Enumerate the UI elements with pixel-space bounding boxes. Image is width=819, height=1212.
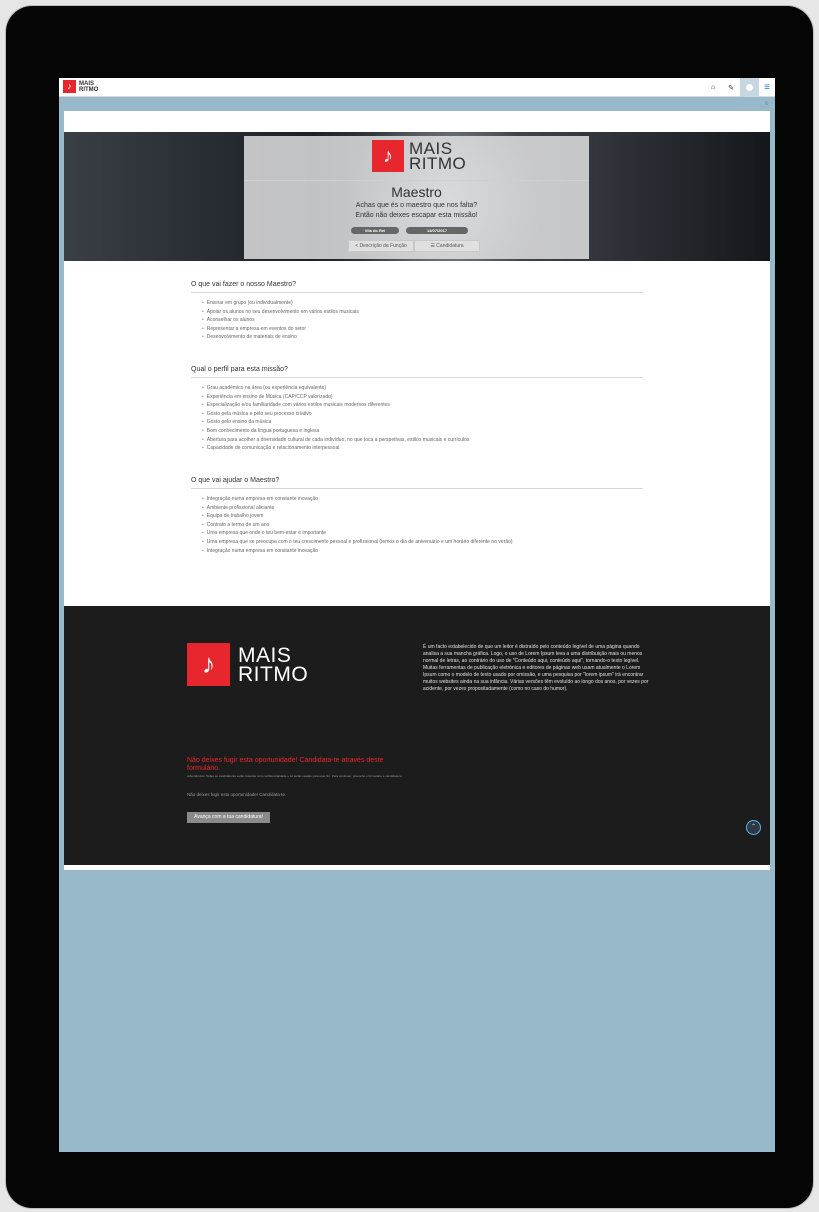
job-meta: Vila do Rei 14/07/2017 <box>351 227 468 234</box>
list-item: Abertura para acolher a diversidade cult… <box>202 436 643 445</box>
list-item: Apoiar os alunos no seu desenvolvimento … <box>202 308 643 317</box>
footer-description: É um facto estabelecido de que um leitor… <box>423 644 649 692</box>
list-item: Ambiente profissional aliciante <box>202 504 643 513</box>
section-title: O que vai ajudar o Maestro? <box>191 477 643 489</box>
job-subtitle-2: Então não deixes escapar esta missão! <box>355 212 478 219</box>
footer: ♪ MAIS RITMO É um facto estabelecido de … <box>64 606 770 865</box>
edit-icon[interactable]: ✎ <box>722 78 740 97</box>
settings-gear-icon[interactable]: ⚙ <box>765 101 769 107</box>
avatar[interactable] <box>740 78 759 97</box>
hero-logo-line2: RITMO <box>409 154 467 173</box>
list-item: Bom conhecimento da língua portuguesa e … <box>202 427 643 436</box>
nav-icons: ⌂ ✎ ≡ <box>704 78 775 97</box>
hero-logo-text: MAIS RITMO <box>409 140 467 173</box>
list-item: Integração numa empresa em constante ino… <box>202 547 643 556</box>
list-item: Uma empresa que se preocupa com o teu cr… <box>202 538 643 547</box>
section-tasks: O que vai fazer o nosso Maestro? Ensinar… <box>191 281 643 342</box>
hero-banner: ♪ MAIS RITMO Maestro Achas que és o maes… <box>64 132 770 261</box>
hero-note-icon: ♪ <box>372 140 404 172</box>
submit-application-button[interactable]: Avança com a tua candidatura! <box>187 812 270 823</box>
job-subtitle-1: Achas que és o maestro que nos falta? <box>355 202 478 209</box>
list-item: Representar a empresa em eventos do seto… <box>202 325 643 334</box>
section-list: Integração numa empresa em constante ino… <box>202 495 643 555</box>
logo-text-line2: RITMO <box>79 86 99 93</box>
date-badge: 14/07/2017 <box>406 227 468 234</box>
footer-logo-text: MAIS RITMO <box>238 643 309 686</box>
section-title: Qual o perfil para esta missão? <box>191 366 643 378</box>
list-item: Desenvolvimento de materiais de ensino <box>202 333 643 342</box>
avatar-head-icon <box>746 84 753 91</box>
list-item: Uma empresa que onde o teu bem-estar é i… <box>202 529 643 538</box>
list-item: Ensinar em grupo (ou individualmente) <box>202 299 643 308</box>
description-button[interactable]: < Descrição da Função <box>348 240 414 252</box>
section-benefits: O que vai ajudar o Maestro? Integração n… <box>191 477 643 555</box>
section-profile: Qual o perfil para esta missão? Grau aca… <box>191 366 643 453</box>
footer-logo: ♪ MAIS RITMO <box>187 643 308 686</box>
logo-text: MAIS RITMO <box>79 81 98 93</box>
footer-logo-line1: MAIS <box>238 643 292 667</box>
nav-logo[interactable]: ♪ MAIS RITMO <box>63 80 98 93</box>
logo-note-icon: ♪ <box>63 80 76 93</box>
hamburger-menu-icon[interactable]: ≡ <box>759 78 775 97</box>
list-item: Contrato a termo de um ano <box>202 521 643 530</box>
list-item: Experiência em ensino de Música (CAP/CCP… <box>202 393 643 402</box>
list-item: Equipa de trabalho jovem <box>202 512 643 521</box>
list-item: Especialização e/ou familiaridade com vá… <box>202 401 643 410</box>
screen: ♪ MAIS RITMO ⌂ ✎ ≡ ⚙ ♪ MAIS RITMO Maestr… <box>59 78 775 1152</box>
footer-logo-line2: RITMO <box>238 662 309 686</box>
section-title: O que vai fazer o nosso Maestro? <box>191 281 643 293</box>
hero-logo: ♪ MAIS RITMO <box>372 140 466 172</box>
scroll-to-top-icon[interactable]: ⌃ <box>746 820 761 835</box>
home-icon[interactable]: ⌂ <box>704 78 722 97</box>
hero-divider <box>244 180 589 181</box>
list-item: Gosto pela música e pelo seu processo cr… <box>202 410 643 419</box>
apply-button[interactable]: ☰ Candidatura <box>414 240 480 252</box>
page-content: ♪ MAIS RITMO Maestro Achas que és o maes… <box>64 111 770 870</box>
hero-buttons: < Descrição da Função ☰ Candidatura <box>348 240 480 252</box>
job-title: Maestro <box>391 184 442 200</box>
list-item: Gosto pelo ensino da música <box>202 418 643 427</box>
location-badge: Vila do Rei <box>351 227 399 234</box>
footer-note-icon: ♪ <box>187 643 230 686</box>
list-item: Integração numa empresa em constante ino… <box>202 495 643 504</box>
list-item: Grau académico na área (ou experiência e… <box>202 384 643 393</box>
section-list: Grau académico na área (ou experiência e… <box>202 384 643 453</box>
list-item: Capacidade de comunicação e relacionamen… <box>202 444 643 453</box>
top-navbar: ♪ MAIS RITMO ⌂ ✎ ≡ <box>59 78 775 97</box>
section-list: Ensinar em grupo (ou individualmente) Ap… <box>202 299 643 342</box>
hero-card: ♪ MAIS RITMO Maestro Achas que és o maes… <box>244 136 589 259</box>
device-frame: ♪ MAIS RITMO ⌂ ✎ ≡ ⚙ ♪ MAIS RITMO Maestr… <box>0 0 819 1212</box>
footer-apply-link[interactable]: Não deixes fugir esta oportunidade! Cand… <box>187 792 286 797</box>
list-item: Aconselhar os alunos <box>202 316 643 325</box>
footer-cta-heading: Não deixes fugir esta oportunidade! Cand… <box>187 757 384 772</box>
footer-disclaimer: Advertências: Todas as candidaturas serã… <box>187 774 403 778</box>
